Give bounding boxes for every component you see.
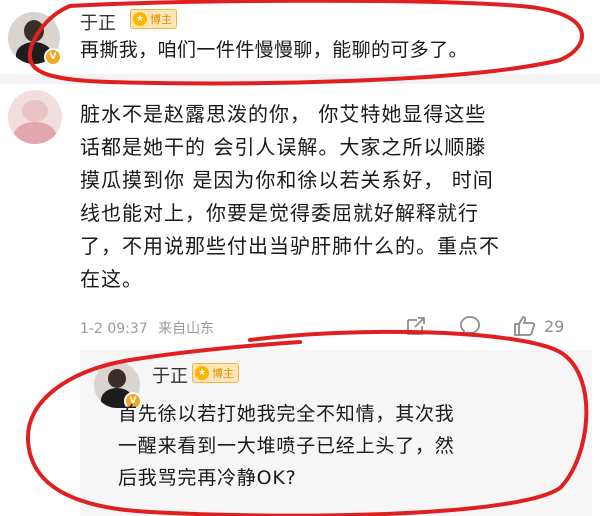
avatar[interactable] xyxy=(8,90,62,144)
like-button[interactable]: 29 xyxy=(512,314,564,338)
crown-icon: ★ xyxy=(195,366,209,380)
top-reply: V 于正 ★ 博主 再撕我，咱们一件件慢慢聊，能聊的可多了。 xyxy=(0,0,600,74)
comment-line: 了，不用说那些付出当驴肝肺什么的。重点不 xyxy=(80,234,500,258)
comment-line: 在这。 xyxy=(80,267,143,291)
share-icon xyxy=(407,317,425,335)
share-button[interactable] xyxy=(404,314,428,338)
nested-reply: V 于正 ★ 博主 首先徐以若打她我完全不知情，其次我 一醒来看到一大堆喷子已经… xyxy=(80,350,592,516)
comment-icon xyxy=(460,316,480,337)
reply-line: 首先徐以若打她我完全不知情，其次我 xyxy=(118,403,455,425)
comment-line: 摸瓜摸到你 是因为你和徐以若关系好， 时间 xyxy=(80,168,494,192)
comment-line: 线也能对上，你要是觉得委屈就好解释就行 xyxy=(80,201,479,225)
blogger-badge: ★ 博主 xyxy=(130,9,177,29)
divider xyxy=(0,74,600,84)
comment-button[interactable] xyxy=(458,314,482,338)
comment-line: 脏水不是赵露思泼的你， 你艾特她显得这些 xyxy=(80,102,487,126)
reply-text: 再撕我，咱们一件件慢慢聊，能聊的可多了。 xyxy=(80,39,469,61)
reply-line: 一醒来看到一大堆喷子已经上头了，然 xyxy=(118,435,455,457)
crown-icon: ★ xyxy=(133,12,147,26)
like-count: 29 xyxy=(544,316,565,336)
comment-line: 话都是她干的 会引人误解。大家之所以顺滕 xyxy=(80,135,487,159)
verified-icon: V xyxy=(44,48,62,66)
timestamp: 1-2 09:37 xyxy=(80,321,148,337)
reply-line: 后我骂完再冷静OK? xyxy=(118,467,297,489)
thumbs-up-icon xyxy=(514,316,536,336)
location: 来自山东 xyxy=(158,321,215,337)
blogger-badge-label: 博主 xyxy=(150,13,172,26)
comment-text: 脏水不是赵露思泼的你， 你艾特她显得这些 话都是她干的 会引人误解。大家之所以顺… xyxy=(80,98,500,296)
username[interactable]: 于正 xyxy=(152,362,188,388)
blogger-badge-label: 博主 xyxy=(212,367,234,380)
reply-text: 首先徐以若打她我完全不知情，其次我 一醒来看到一大堆喷子已经上头了，然 后我骂完… xyxy=(118,398,455,494)
comment-meta: 1-2 09:37 来自山东 xyxy=(80,318,214,338)
username[interactable]: 于正 xyxy=(80,9,116,35)
blogger-badge: ★ 博主 xyxy=(192,363,239,383)
